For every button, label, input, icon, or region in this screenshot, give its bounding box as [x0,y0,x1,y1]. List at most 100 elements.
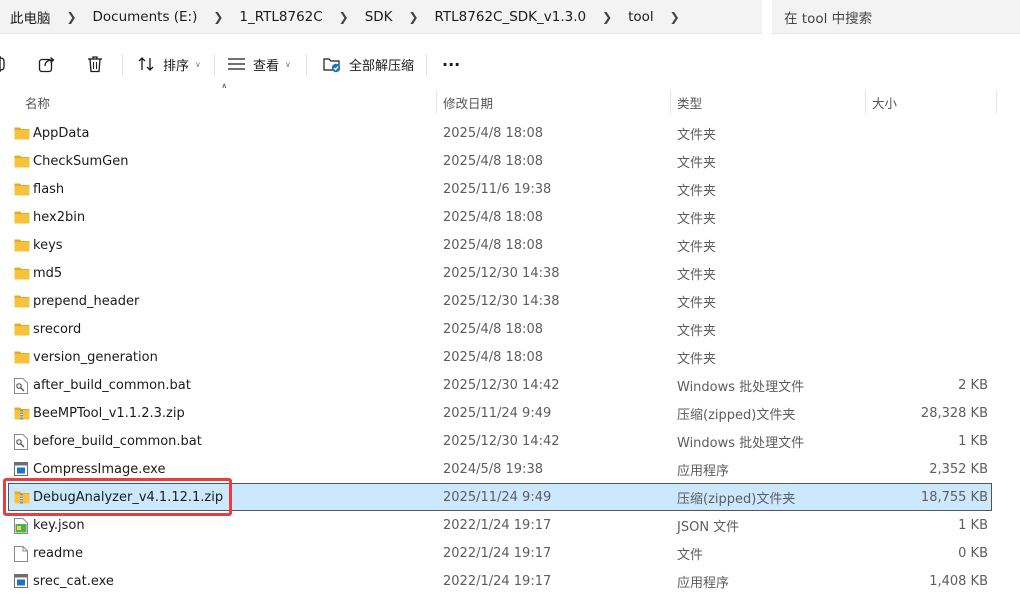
folder-icon [14,154,30,168]
column-divider[interactable] [865,90,866,114]
toolbar-divider [306,54,307,76]
column-divider[interactable] [436,90,437,114]
column-header-type[interactable]: 类型 [677,88,702,116]
file-row[interactable]: key.json 2022/1/24 19:17 JSON 文件 1 KB [8,511,992,539]
file-row[interactable]: srec_cat.exe 2022/1/24 19:17 应用程序 1,408 KB [8,567,992,595]
trash-icon [87,55,103,73]
column-header-size[interactable]: 大小 [872,88,897,116]
zip-folder-icon [14,490,30,504]
file-row-selected[interactable]: DebugAnalyzer_v4.1.12.1.zip 2025/11/24 9:… [8,483,992,511]
folder-icon [14,322,30,336]
column-divider[interactable] [670,90,671,114]
file-type: 压缩(zipped)文件夹 [677,491,796,507]
breadcrumb[interactable]: 此电脑 ❯ Documents (E:) ❯ 1_RTL8762C ❯ SDK … [0,0,762,34]
file-row[interactable]: hex2bin 2025/4/8 18:08 文件夹 [8,203,992,231]
breadcrumb-sdk-version[interactable]: RTL8762C_SDK_v1.3.0 [433,9,589,25]
breadcrumb-this-pc[interactable]: 此电脑 [8,7,53,27]
chevron-down-icon: ∨ [285,59,291,69]
column-divider[interactable] [996,90,997,114]
file-row[interactable]: BeeMPTool_v1.1.2.3.zip 2025/11/24 9:49 压缩(… [8,399,992,427]
file-row[interactable]: before_build_common.bat 2025/12/30 14:42 W… [8,427,992,455]
file-date: 2025/4/8 18:08 [443,125,543,141]
file-row[interactable]: prepend_header 2025/12/30 14:38 文件夹 [8,287,992,315]
extract-all-icon [323,56,341,73]
toolbar-divider [122,54,123,76]
file-size: 1 KB [958,517,988,533]
file-name[interactable]: prepend_header [33,288,139,314]
breadcrumb-rtl8762c[interactable]: 1_RTL8762C [237,9,324,25]
sort-button[interactable]: 排序 ∨ [138,50,201,78]
file-name[interactable]: DebugAnalyzer_v4.1.12.1.zip [33,484,223,510]
file-date: 2024/5/8 19:38 [443,461,543,477]
file-row[interactable]: flash 2025/11/6 19:38 文件夹 [8,175,992,203]
file-name[interactable]: CheckSumGen [33,148,128,174]
file-name[interactable]: md5 [33,260,62,286]
file-name[interactable]: before_build_common.bat [33,428,202,454]
breadcrumb-tool[interactable]: tool [626,9,656,25]
file-date: 2025/12/30 14:42 [443,433,560,449]
file-row[interactable]: CheckSumGen 2025/4/8 18:08 文件夹 [8,147,992,175]
chevron-right-icon[interactable]: ❯ [199,10,237,24]
file-name[interactable]: srec_cat.exe [33,568,114,594]
file-row[interactable]: keys 2025/4/8 18:08 文件夹 [8,231,992,259]
file-type: 文件夹 [677,155,717,171]
column-header-date[interactable]: 修改日期 [443,88,493,116]
file-name[interactable]: srecord [33,316,81,342]
file-date: 2025/4/8 18:08 [443,153,543,169]
file-name[interactable]: keys [33,232,63,258]
file-date: 2025/4/8 18:08 [443,321,543,337]
blank-file-icon [14,546,30,562]
file-size: 18,755 KB [920,489,988,505]
rename-button[interactable] [0,50,8,78]
share-button[interactable] [38,50,56,78]
file-type: 文件夹 [677,351,717,367]
command-bar: 排序 ∨ 查看 ∨ 全部解压缩 ··· [0,40,1020,89]
search-placeholder[interactable]: 在 tool 中搜索 [784,7,872,27]
share-icon [38,55,56,73]
file-row[interactable]: after_build_common.bat 2025/12/30 14:42 Wi… [8,371,992,399]
file-name[interactable]: BeeMPTool_v1.1.2.3.zip [33,400,185,426]
batch-file-icon [14,434,30,450]
file-type: 应用程序 [677,463,730,479]
more-options-button[interactable]: ··· [442,50,460,78]
chevron-right-icon[interactable]: ❯ [588,10,626,24]
extract-all-button[interactable]: 全部解压缩 [323,50,414,78]
file-row[interactable]: version_generation 2025/4/8 18:08 文件夹 [8,343,992,371]
file-name[interactable]: AppData [33,120,89,146]
file-type: 文件夹 [677,323,717,339]
file-name[interactable]: readme [33,540,83,566]
file-date: 2025/12/30 14:38 [443,265,560,281]
toolbar-divider [214,54,215,76]
file-date: 2025/11/24 9:49 [443,405,552,421]
view-button[interactable]: 查看 ∨ [228,50,291,78]
chevron-right-icon[interactable]: ❯ [53,10,91,24]
folder-icon [14,350,30,364]
file-date: 2022/1/24 19:17 [443,545,552,561]
file-date: 2025/12/30 14:38 [443,293,560,309]
sort-label: 排序 [163,58,190,74]
file-row[interactable]: CompressImage.exe 2024/5/8 19:38 应用程序 2,352… [8,455,992,483]
file-row[interactable]: AppData 2025/4/8 18:08 文件夹 [8,119,992,147]
file-name[interactable]: key.json [33,512,85,538]
file-date: 2025/11/24 9:49 [443,489,552,505]
breadcrumb-sdk[interactable]: SDK [363,9,395,25]
column-header-name[interactable]: 名称 [25,88,50,116]
file-name[interactable]: version_generation [33,344,158,370]
file-row[interactable]: srecord 2025/4/8 18:08 文件夹 [8,315,992,343]
file-name[interactable]: hex2bin [33,204,85,230]
file-name[interactable]: flash [33,176,64,202]
chevron-right-icon[interactable]: ❯ [395,10,433,24]
file-name[interactable]: CompressImage.exe [33,456,165,482]
chevron-right-icon[interactable]: ❯ [656,10,694,24]
file-type: Windows 批处理文件 [677,435,805,451]
search-box[interactable]: 在 tool 中搜索 [772,0,1020,34]
address-bar: 此电脑 ❯ Documents (E:) ❯ 1_RTL8762C ❯ SDK … [0,0,1020,34]
breadcrumb-documents[interactable]: Documents (E:) [91,9,200,25]
chevron-right-icon[interactable]: ❯ [325,10,363,24]
folder-icon [14,294,30,308]
file-name[interactable]: after_build_common.bat [33,372,191,398]
delete-button[interactable] [87,50,103,78]
file-row[interactable]: readme 2022/1/24 19:17 文件 0 KB [8,539,992,567]
file-row[interactable]: md5 2025/12/30 14:38 文件夹 [8,259,992,287]
file-date: 2025/11/6 19:38 [443,181,552,197]
